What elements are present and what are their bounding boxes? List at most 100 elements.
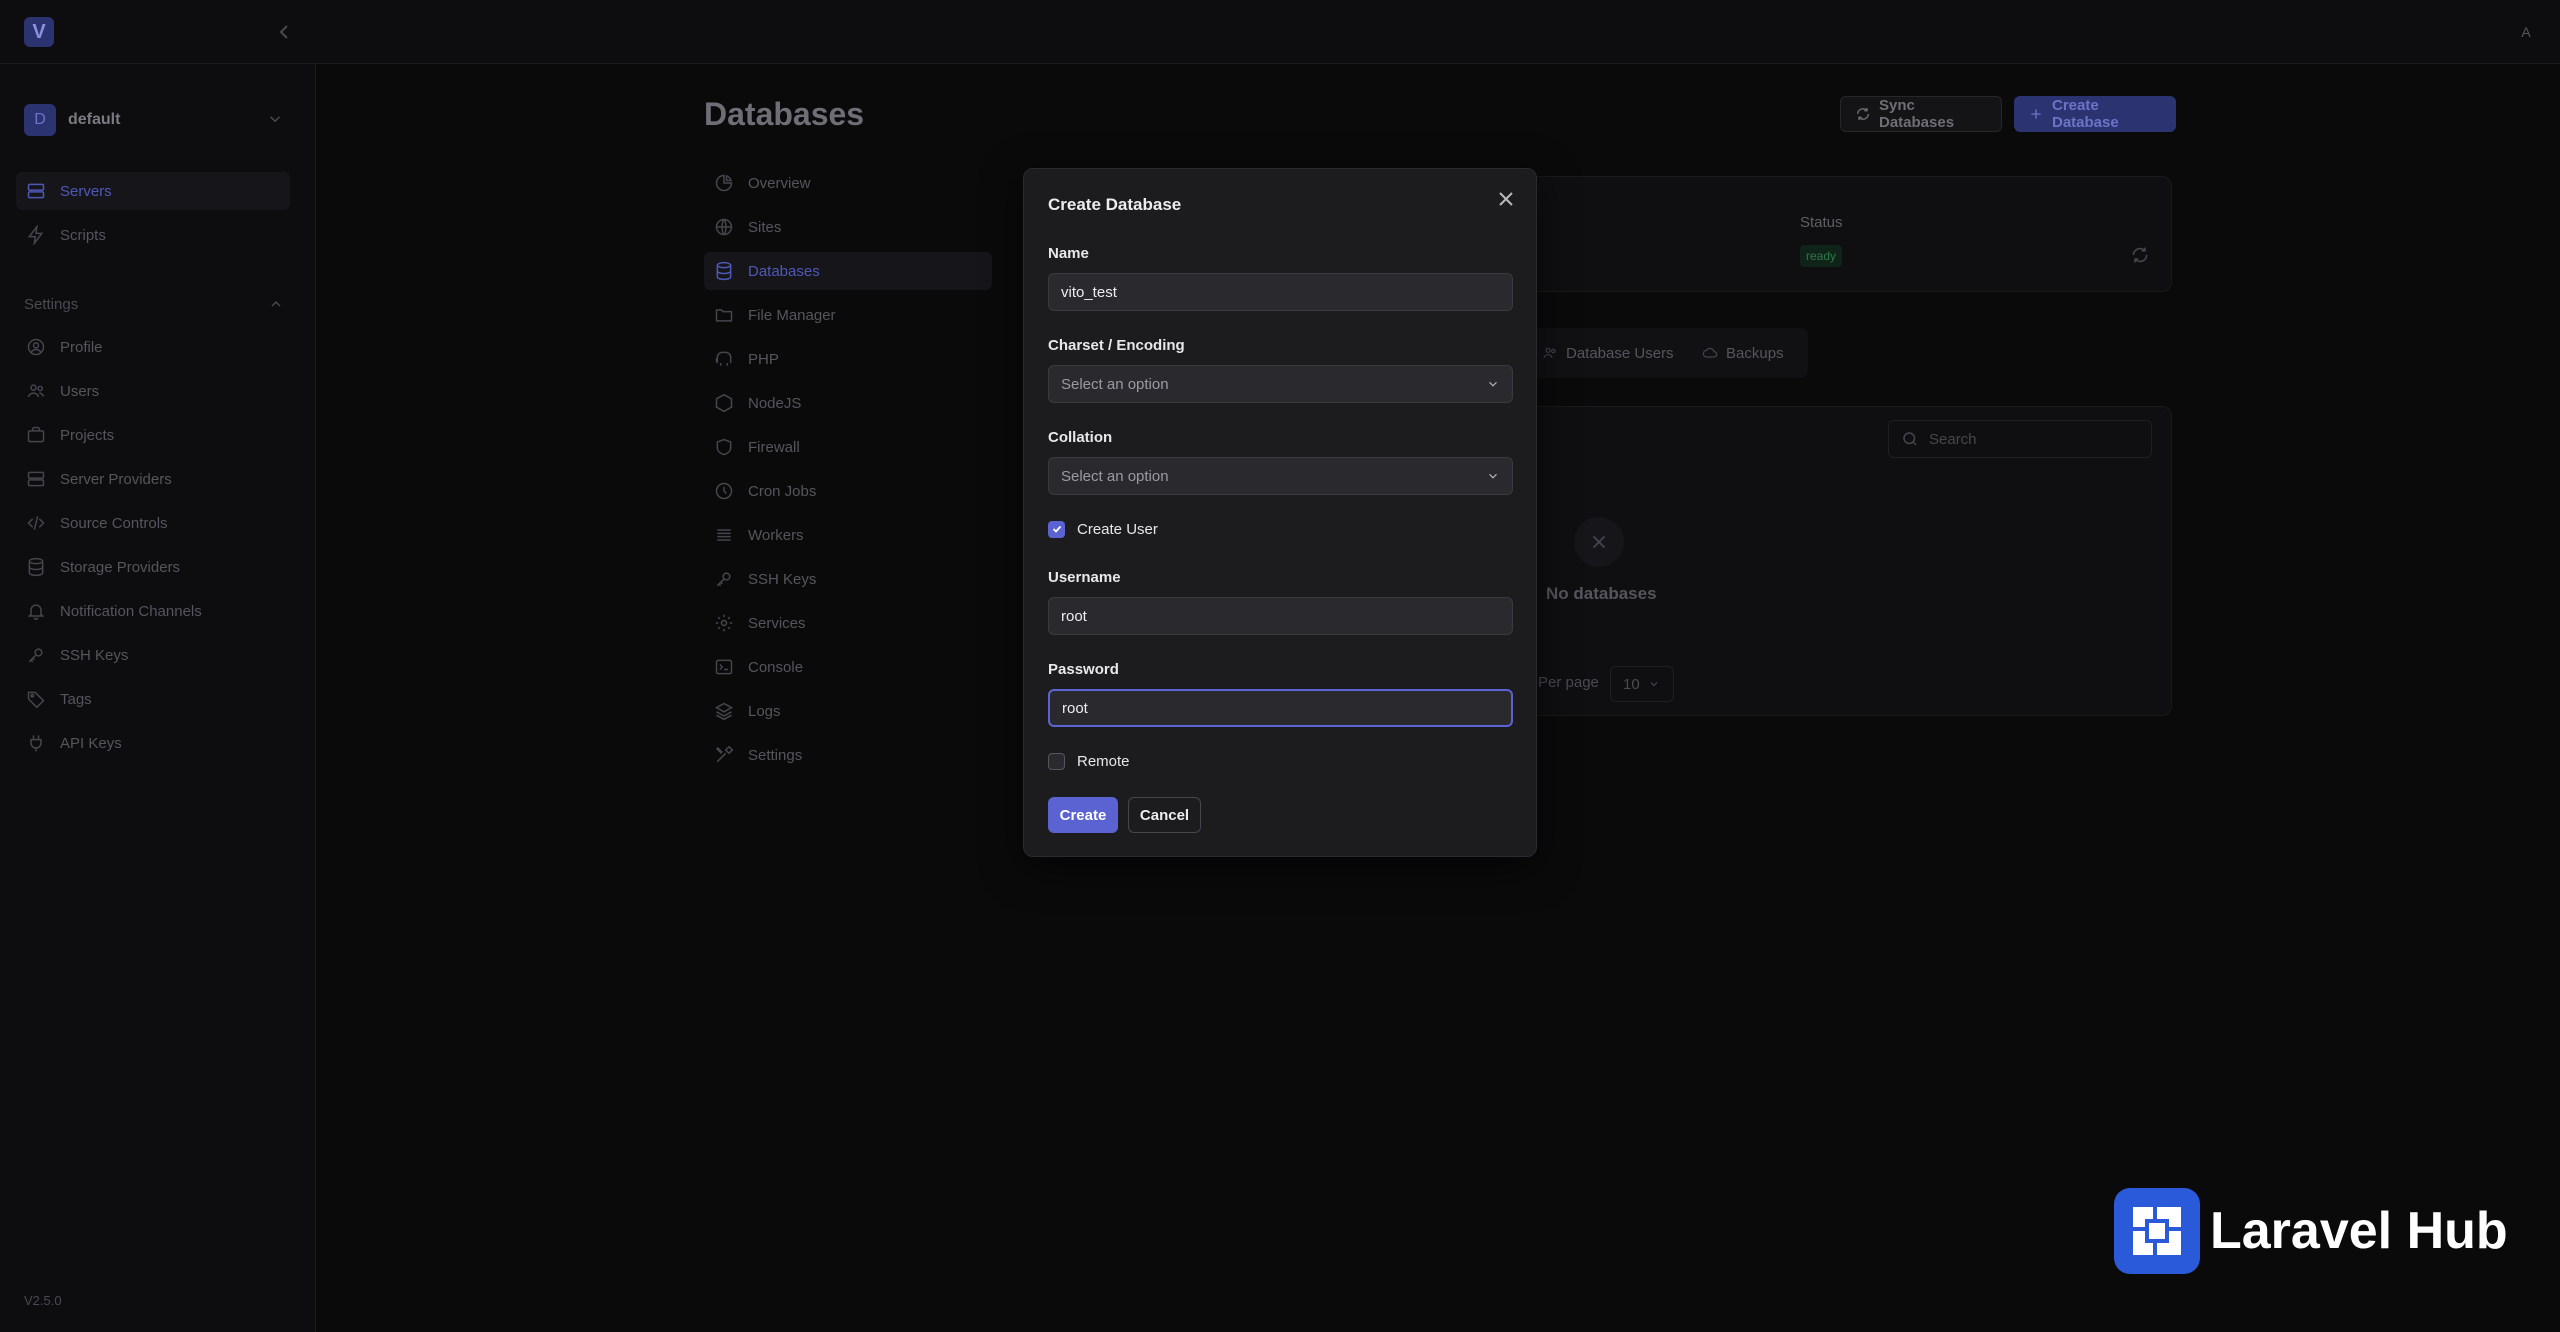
sidebar-item-label: Projects [60, 426, 115, 444]
users-icon [1542, 345, 1558, 361]
create-user-checkbox-row[interactable]: Create User [1048, 519, 1158, 539]
server-nav-workers[interactable]: Workers [704, 516, 992, 554]
sidebar-item-server-providers[interactable]: Server Providers [16, 460, 290, 498]
users-icon [26, 381, 46, 401]
create-button[interactable]: Create [1048, 797, 1118, 833]
server-nav-php[interactable]: PHP [704, 340, 992, 378]
sidebar-item-label: Profile [60, 338, 103, 356]
sidebar-item-servers[interactable]: Servers [16, 172, 290, 210]
server-nav-services[interactable]: Services [704, 604, 992, 642]
sidebar-item-ssh-keys[interactable]: SSH Keys [16, 636, 290, 674]
top-bar: V A [0, 0, 2560, 64]
remote-checkbox-row[interactable]: Remote [1048, 751, 1130, 771]
server-nav-overview[interactable]: Overview [704, 164, 992, 202]
sidebar-item-storage-providers[interactable]: Storage Providers [16, 548, 290, 586]
sidebar-item-label: Scripts [60, 226, 106, 244]
list-icon [714, 525, 734, 545]
plus-icon [2028, 106, 2044, 122]
plug-icon [26, 733, 46, 753]
cloud-icon [1702, 345, 1718, 361]
sidebar-item-notification-channels[interactable]: Notification Channels [16, 592, 290, 630]
name-value: vito_test [1061, 283, 1117, 301]
username-input[interactable]: root [1048, 597, 1513, 635]
create-database-dialog: Create Database Name vito_test Charset /… [1023, 168, 1537, 857]
database-icon [714, 261, 734, 281]
sidebar-item-projects[interactable]: Projects [16, 416, 290, 454]
server-nav-file-manager[interactable]: File Manager [704, 296, 992, 334]
name-input[interactable]: vito_test [1048, 273, 1513, 311]
chevron-down-icon [1648, 678, 1660, 690]
chevron-down-icon [1486, 469, 1500, 483]
server-nav-nodejs[interactable]: NodeJS [704, 384, 992, 422]
server-nav-settings[interactable]: Settings [704, 736, 992, 774]
password-input[interactable]: root [1048, 689, 1513, 727]
sidebar-item-label: Source Controls [60, 514, 168, 532]
project-badge: D [24, 104, 56, 136]
sidebar-item-users[interactable]: Users [16, 372, 290, 410]
project-name: default [68, 111, 121, 128]
create-user-checkbox[interactable] [1048, 520, 1065, 538]
server-nav-databases[interactable]: Databases [704, 252, 992, 290]
sidebar-item-label: Notification Channels [60, 602, 202, 620]
user-avatar[interactable]: A [2512, 18, 2540, 46]
sidebar: D default Servers Scripts Settings Profi… [0, 64, 316, 1332]
app-logo[interactable]: V [24, 17, 54, 47]
search-input[interactable]: Search [1888, 420, 2152, 458]
server-nav-label: Firewall [748, 438, 800, 456]
code-icon [26, 513, 46, 533]
server-nav-console[interactable]: Console [704, 648, 992, 686]
settings-section-header[interactable]: Settings [24, 292, 284, 316]
server-nav-cron-jobs[interactable]: Cron Jobs [704, 472, 992, 510]
collation-placeholder: Select an option [1061, 467, 1169, 485]
collapse-sidebar-icon[interactable] [272, 20, 296, 44]
server-nav-firewall[interactable]: Firewall [704, 428, 992, 466]
sync-databases-label: Sync Databases [1879, 97, 1955, 131]
server-nav-label: NodeJS [748, 394, 802, 412]
tab-database-users[interactable]: Database Users [1542, 340, 1674, 366]
project-selector[interactable]: D default [24, 102, 284, 138]
sidebar-item-label: SSH Keys [60, 646, 129, 664]
user-initial: A [2521, 24, 2531, 40]
sidebar-item-profile[interactable]: Profile [16, 328, 290, 366]
server-nav-logs[interactable]: Logs [704, 692, 992, 730]
chevron-down-icon [1486, 377, 1500, 391]
page-title: Databases [704, 96, 865, 132]
username-label: Username [1048, 569, 1121, 586]
collation-select[interactable]: Select an option [1048, 457, 1513, 495]
charset-select[interactable]: Select an option [1048, 365, 1513, 403]
tools-icon [714, 745, 734, 765]
refresh-icon[interactable] [2130, 245, 2150, 265]
server-nav-sites[interactable]: Sites [704, 208, 992, 246]
sync-databases-button[interactable]: Sync Databases [1840, 96, 2002, 132]
briefcase-icon [26, 425, 46, 445]
status-label: Status [1800, 214, 1843, 231]
sidebar-item-label: Users [60, 382, 100, 400]
server-nav-ssh-keys[interactable]: SSH Keys [704, 560, 992, 598]
create-database-button[interactable]: Create Database [2014, 96, 2176, 132]
globe-icon [714, 217, 734, 237]
tab-label: Database Users [1566, 344, 1674, 362]
charset-label: Charset / Encoding [1048, 337, 1185, 354]
tab-backups[interactable]: Backups [1702, 340, 1784, 366]
search-placeholder: Search [1929, 430, 1977, 448]
sidebar-item-api-keys[interactable]: API Keys [16, 724, 290, 762]
key-icon [714, 569, 734, 589]
username-value: root [1061, 607, 1087, 625]
server-nav-label: Logs [748, 702, 781, 720]
elephant-icon [714, 349, 734, 369]
settings-section-title: Settings [24, 295, 79, 313]
server-nav-label: Overview [748, 174, 811, 192]
sidebar-item-tags[interactable]: Tags [16, 680, 290, 718]
remote-checkbox[interactable] [1048, 752, 1065, 770]
close-icon[interactable] [1494, 187, 1518, 211]
sidebar-item-scripts[interactable]: Scripts [16, 216, 290, 254]
dialog-title: Create Database [1048, 195, 1182, 214]
per-page-select[interactable]: 10 [1610, 666, 1674, 702]
cancel-button[interactable]: Cancel [1128, 797, 1201, 833]
status-badge: ready [1800, 245, 1843, 267]
sidebar-item-source-controls[interactable]: Source Controls [16, 504, 290, 542]
laravel-hub-watermark: Laravel Hub [2114, 1188, 2508, 1274]
sidebar-item-label: Storage Providers [60, 558, 181, 576]
charset-placeholder: Select an option [1061, 375, 1169, 393]
sidebar-item-label: Servers [60, 182, 112, 200]
